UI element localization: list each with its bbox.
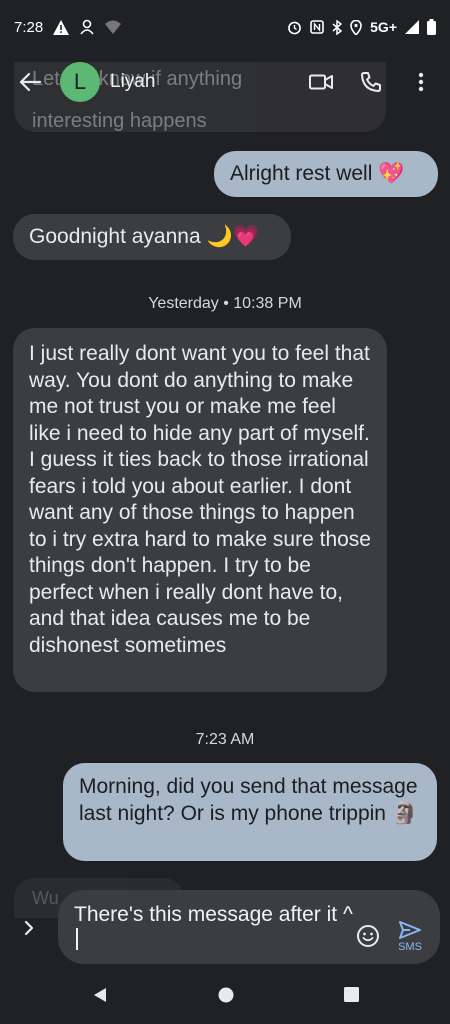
more-options-button[interactable]	[408, 69, 434, 95]
send-label: SMS	[398, 941, 422, 953]
back-arrow-icon	[19, 72, 41, 92]
nav-home-button[interactable]	[218, 987, 234, 1008]
phone-icon	[361, 72, 381, 92]
message-text: Morning, did you send that message last …	[79, 775, 418, 825]
send-button[interactable]: SMS	[394, 920, 426, 956]
message-timestamp: 7:23 AM	[195, 731, 255, 748]
alarm-icon	[287, 20, 302, 35]
system-navigation-bar	[0, 970, 450, 1024]
message-input-value: There's this message after it ^	[74, 903, 353, 926]
status-bar: 7:28 5G+	[0, 0, 450, 54]
emoji-icon	[357, 925, 379, 947]
expand-attachments-button[interactable]	[16, 915, 42, 941]
send-icon	[399, 921, 421, 939]
status-time: 7:28	[14, 18, 44, 36]
bluetooth-icon	[332, 19, 343, 35]
nav-home-icon	[218, 987, 233, 1002]
nav-back-button[interactable]	[92, 987, 108, 1008]
nav-recents-button[interactable]	[343, 987, 359, 1007]
notification-app-icon	[79, 19, 95, 35]
wifi-icon	[105, 20, 122, 34]
message-text: Alright rest well 💖	[230, 162, 405, 185]
network-type: 5G+	[370, 19, 397, 35]
avatar-letter: L	[73, 69, 87, 94]
video-call-button[interactable]	[308, 69, 334, 95]
nav-back-icon	[93, 987, 106, 1002]
warning-icon	[53, 19, 70, 35]
received-message[interactable]: I just really dont want you to feel that…	[13, 328, 387, 692]
message-input-text[interactable]: There's this message after it ^	[74, 902, 354, 954]
phone-call-button[interactable]	[358, 69, 384, 95]
emoji-button[interactable]	[356, 924, 382, 950]
nfc-icon	[310, 20, 324, 34]
conversation-header: L Liyah	[0, 54, 450, 110]
back-button[interactable]	[16, 68, 44, 96]
received-message[interactable]: Goodnight ayanna 🌙💗	[13, 214, 291, 260]
text-cursor	[76, 928, 78, 950]
message-timestamp: Yesterday • 10:38 PM	[148, 295, 302, 312]
chevron-right-icon	[24, 920, 34, 936]
video-camera-icon	[309, 74, 333, 90]
sent-message[interactable]: Alright rest well 💖	[214, 151, 438, 197]
more-vert-icon	[418, 72, 424, 92]
compose-bar: There's this message after it ^ SMS	[0, 890, 450, 966]
nav-recents-icon	[343, 987, 359, 1002]
message-text: I just really dont want you to feel that…	[29, 342, 371, 657]
contact-avatar[interactable]: L	[60, 62, 100, 102]
scrolled-message-line: interesting happens	[32, 110, 207, 132]
message-input[interactable]: There's this message after it ^ SMS	[58, 890, 440, 964]
message-text: Goodnight ayanna 🌙💗	[29, 225, 259, 248]
sent-message[interactable]: Morning, did you send that message last …	[63, 763, 437, 861]
battery-icon	[427, 19, 436, 35]
signal-icon	[405, 20, 419, 34]
location-icon	[350, 19, 362, 35]
contact-name[interactable]: Liyah	[110, 71, 155, 93]
